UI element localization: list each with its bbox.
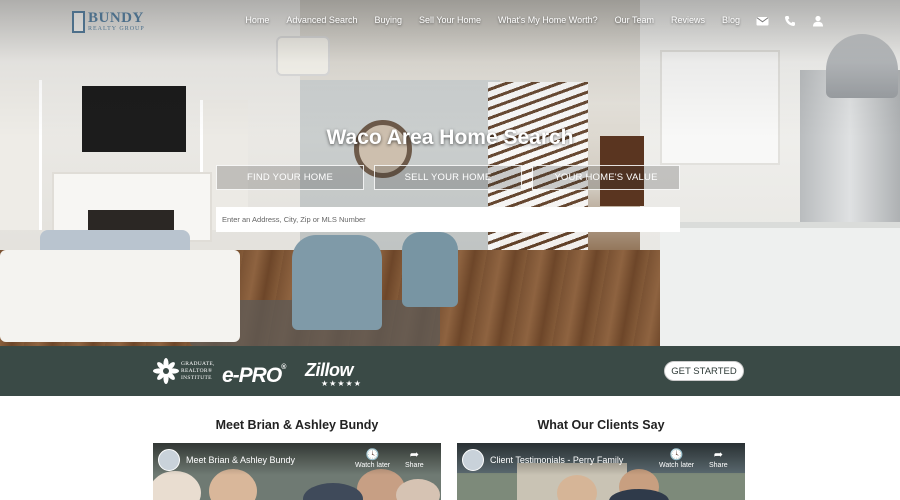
share-arrow-icon: ➦ bbox=[713, 449, 723, 461]
gri-line: GRADUATE, bbox=[181, 360, 215, 367]
gri-badge: GRADUATE, REALTOR® INSTITUTE bbox=[153, 358, 215, 384]
nav-home-worth[interactable]: What's My Home Worth? bbox=[498, 15, 598, 25]
epro-badge: e-PRO® bbox=[222, 364, 286, 388]
reviews-section-title: What Our Clients Say bbox=[537, 418, 665, 432]
nav-buying[interactable]: Buying bbox=[374, 15, 402, 25]
search-tabs: FIND YOUR HOME SELL YOUR HOME YOUR HOME'… bbox=[216, 165, 680, 190]
tab-home-value[interactable]: YOUR HOME'S VALUE bbox=[532, 165, 680, 190]
gri-label: GRADUATE, REALTOR® INSTITUTE bbox=[181, 361, 215, 382]
video-title[interactable]: Client Testimonials - Perry Family bbox=[490, 455, 623, 465]
video-player-testimonials[interactable]: Client Testimonials - Perry Family 🕓 Wat… bbox=[457, 443, 745, 500]
credentials-bar bbox=[0, 346, 900, 396]
nav-sell-your-home[interactable]: Sell Your Home bbox=[419, 15, 481, 25]
video-player-meet[interactable]: Meet Brian & Ashley Bundy 🕓 Watch later … bbox=[153, 443, 441, 500]
clock-icon: 🕓 bbox=[365, 449, 380, 461]
phone-icon[interactable] bbox=[784, 14, 796, 26]
nav-our-team[interactable]: Our Team bbox=[615, 15, 654, 25]
hero-title: Waco Area Home Search bbox=[326, 126, 574, 149]
gri-line: REALTOR® bbox=[181, 367, 213, 374]
site-logo[interactable]: BUNDY REALTY GROUP bbox=[72, 11, 145, 33]
share-button[interactable]: ➦ Share bbox=[709, 449, 728, 469]
share-label: Share bbox=[709, 462, 728, 469]
clock-icon: 🕓 bbox=[669, 449, 684, 461]
video-title[interactable]: Meet Brian & Ashley Bundy bbox=[186, 455, 295, 465]
tab-sell-your-home[interactable]: SELL YOUR HOME bbox=[374, 165, 522, 190]
get-started-button[interactable]: GET STARTED bbox=[664, 361, 744, 381]
gri-flower-icon bbox=[153, 358, 179, 384]
zillow-stars: ★★★★★ bbox=[321, 379, 362, 388]
zillow-label: Zillow bbox=[305, 360, 354, 380]
envelope-icon[interactable] bbox=[756, 14, 769, 26]
zillow-badge: Zillow ★★★★★ bbox=[305, 360, 361, 388]
channel-avatar[interactable] bbox=[462, 449, 484, 471]
gri-line: INSTITUTE bbox=[181, 374, 212, 381]
registered-mark-icon: ® bbox=[281, 364, 286, 371]
logo-door-icon bbox=[72, 11, 85, 33]
nav-advanced-search[interactable]: Advanced Search bbox=[286, 15, 357, 25]
nav-blog[interactable]: Blog bbox=[722, 15, 740, 25]
watch-later-button[interactable]: 🕓 Watch later bbox=[659, 449, 694, 469]
logo-name: BUNDY bbox=[88, 10, 144, 26]
nav-home[interactable]: Home bbox=[245, 15, 269, 25]
watch-later-button[interactable]: 🕓 Watch later bbox=[355, 449, 390, 469]
epro-label: e-PRO bbox=[222, 364, 282, 387]
search-input[interactable] bbox=[216, 207, 680, 232]
share-label: Share bbox=[405, 462, 424, 469]
watch-later-label: Watch later bbox=[355, 462, 391, 469]
watch-later-label: Watch later bbox=[659, 462, 695, 469]
tab-find-your-home[interactable]: FIND YOUR HOME bbox=[216, 165, 364, 190]
logo-subtitle: REALTY GROUP bbox=[88, 26, 145, 32]
nav-reviews[interactable]: Reviews bbox=[671, 15, 705, 25]
channel-avatar[interactable] bbox=[158, 449, 180, 471]
share-arrow-icon: ➦ bbox=[409, 449, 419, 461]
user-icon[interactable] bbox=[812, 14, 824, 27]
share-button[interactable]: ➦ Share bbox=[405, 449, 424, 469]
meet-section-title: Meet Brian & Ashley Bundy bbox=[215, 418, 379, 432]
main-nav: Home Advanced Search Buying Sell Your Ho… bbox=[228, 14, 824, 27]
